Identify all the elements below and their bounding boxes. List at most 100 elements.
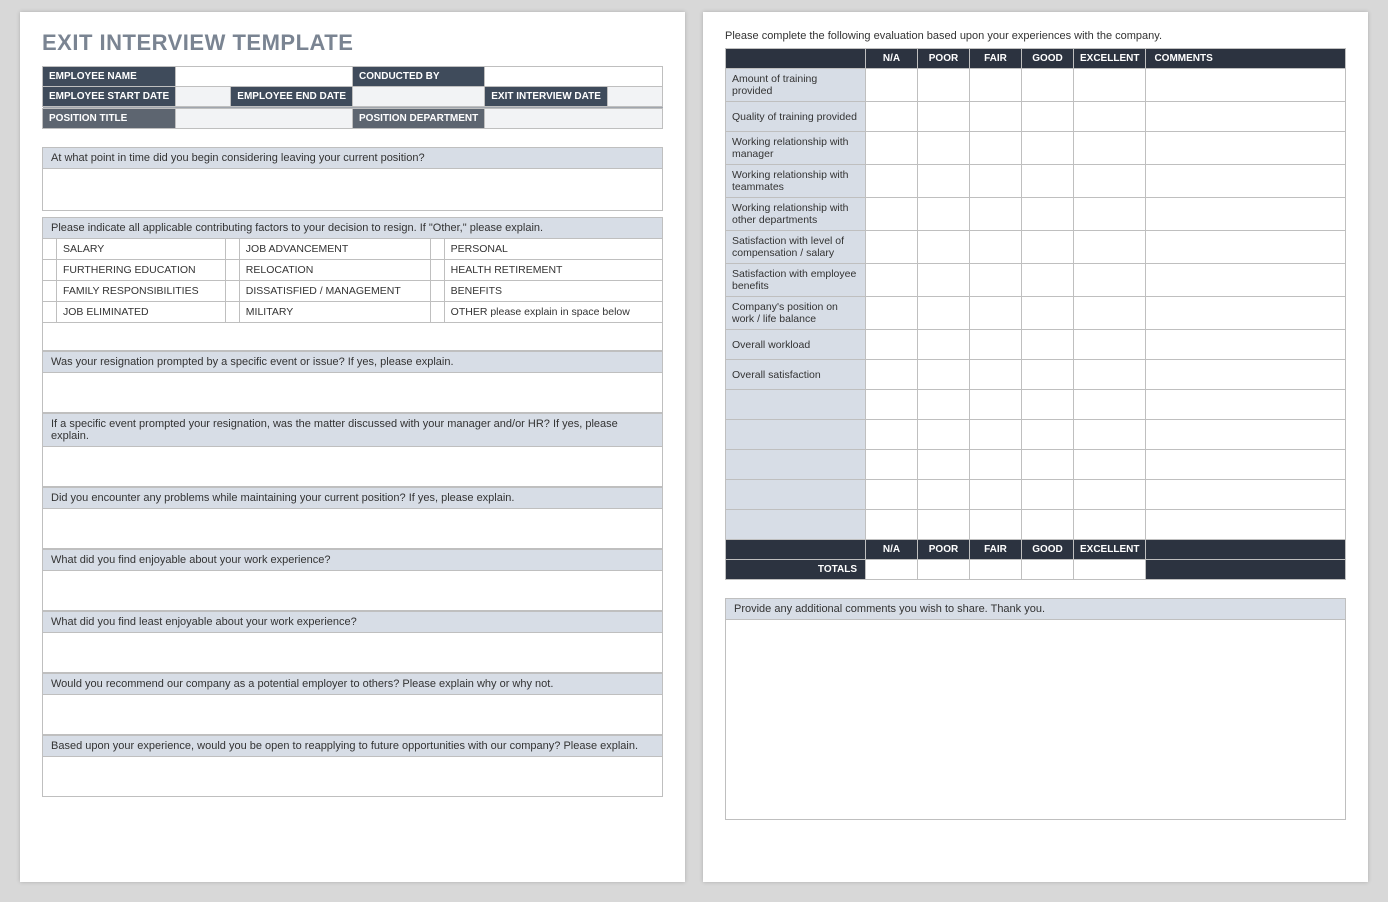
- eval-cell[interactable]: [1022, 264, 1074, 297]
- eval-cell[interactable]: [1074, 360, 1146, 390]
- eval-comment[interactable]: [1146, 102, 1346, 132]
- eval-cell[interactable]: [1074, 420, 1146, 450]
- eval-cell[interactable]: [1074, 510, 1146, 540]
- question-3-answer[interactable]: [43, 373, 663, 413]
- eval-comment[interactable]: [1146, 330, 1346, 360]
- eval-cell[interactable]: [866, 231, 918, 264]
- eval-cell[interactable]: [970, 132, 1022, 165]
- eval-cell[interactable]: [866, 198, 918, 231]
- eval-cell[interactable]: [866, 264, 918, 297]
- eval-cell[interactable]: [1022, 69, 1074, 102]
- eval-cell[interactable]: [1022, 330, 1074, 360]
- eval-cell[interactable]: [970, 480, 1022, 510]
- eval-cell[interactable]: [970, 390, 1022, 420]
- eval-cell[interactable]: [1074, 132, 1146, 165]
- eval-comment[interactable]: [1146, 231, 1346, 264]
- eval-cell[interactable]: [866, 510, 918, 540]
- eval-cell[interactable]: [970, 165, 1022, 198]
- eval-cell[interactable]: [918, 297, 970, 330]
- question-9-answer[interactable]: [43, 757, 663, 797]
- factor-checkbox[interactable]: [43, 260, 57, 281]
- eval-cell[interactable]: [866, 420, 918, 450]
- end-date-field[interactable]: [353, 87, 485, 107]
- question-4-answer[interactable]: [43, 447, 663, 487]
- question-5-answer[interactable]: [43, 509, 663, 549]
- eval-cell[interactable]: [918, 165, 970, 198]
- eval-cell[interactable]: [970, 450, 1022, 480]
- eval-comment[interactable]: [1146, 264, 1346, 297]
- eval-cell[interactable]: [970, 330, 1022, 360]
- eval-comment[interactable]: [1146, 198, 1346, 231]
- factor-checkbox[interactable]: [430, 239, 444, 260]
- additional-comments-field[interactable]: [726, 620, 1346, 820]
- totals-poor[interactable]: [918, 560, 970, 580]
- start-date-field[interactable]: [176, 87, 231, 107]
- eval-cell[interactable]: [918, 102, 970, 132]
- eval-cell[interactable]: [970, 420, 1022, 450]
- eval-cell[interactable]: [918, 420, 970, 450]
- eval-cell[interactable]: [866, 330, 918, 360]
- conducted-by-field[interactable]: [485, 67, 663, 87]
- eval-cell[interactable]: [1074, 102, 1146, 132]
- eval-cell[interactable]: [1022, 297, 1074, 330]
- question-2-other-explain[interactable]: [43, 323, 663, 351]
- position-dept-field[interactable]: [485, 109, 663, 129]
- eval-cell[interactable]: [918, 198, 970, 231]
- eval-cell[interactable]: [1074, 165, 1146, 198]
- eval-cell[interactable]: [1022, 165, 1074, 198]
- eval-cell[interactable]: [918, 231, 970, 264]
- eval-cell[interactable]: [1074, 231, 1146, 264]
- eval-comment[interactable]: [1146, 297, 1346, 330]
- eval-comment[interactable]: [1146, 510, 1346, 540]
- question-6-answer[interactable]: [43, 571, 663, 611]
- factor-checkbox[interactable]: [225, 260, 239, 281]
- question-7-answer[interactable]: [43, 633, 663, 673]
- eval-cell[interactable]: [970, 297, 1022, 330]
- factor-checkbox[interactable]: [225, 302, 239, 323]
- eval-cell[interactable]: [866, 390, 918, 420]
- factor-checkbox[interactable]: [430, 260, 444, 281]
- eval-cell[interactable]: [866, 297, 918, 330]
- eval-cell[interactable]: [1022, 231, 1074, 264]
- eval-cell[interactable]: [918, 450, 970, 480]
- eval-cell[interactable]: [866, 132, 918, 165]
- eval-comment[interactable]: [1146, 390, 1346, 420]
- totals-excellent[interactable]: [1074, 560, 1146, 580]
- eval-cell[interactable]: [866, 102, 918, 132]
- eval-cell[interactable]: [1022, 198, 1074, 231]
- eval-cell[interactable]: [970, 198, 1022, 231]
- totals-good[interactable]: [1022, 560, 1074, 580]
- eval-cell[interactable]: [866, 360, 918, 390]
- eval-cell[interactable]: [866, 69, 918, 102]
- position-title-field[interactable]: [176, 109, 353, 129]
- factor-checkbox[interactable]: [43, 281, 57, 302]
- eval-cell[interactable]: [1074, 69, 1146, 102]
- eval-cell[interactable]: [970, 510, 1022, 540]
- eval-cell[interactable]: [866, 165, 918, 198]
- eval-cell[interactable]: [918, 330, 970, 360]
- question-8-answer[interactable]: [43, 695, 663, 735]
- factor-checkbox[interactable]: [225, 239, 239, 260]
- eval-cell[interactable]: [918, 132, 970, 165]
- eval-cell[interactable]: [918, 69, 970, 102]
- eval-cell[interactable]: [918, 390, 970, 420]
- eval-comment[interactable]: [1146, 165, 1346, 198]
- eval-cell[interactable]: [1022, 102, 1074, 132]
- eval-cell[interactable]: [1074, 450, 1146, 480]
- eval-comment[interactable]: [1146, 360, 1346, 390]
- factor-checkbox[interactable]: [430, 302, 444, 323]
- eval-cell[interactable]: [918, 360, 970, 390]
- totals-na[interactable]: [866, 560, 918, 580]
- eval-comment[interactable]: [1146, 450, 1346, 480]
- eval-cell[interactable]: [1022, 360, 1074, 390]
- totals-fair[interactable]: [970, 560, 1022, 580]
- factor-checkbox[interactable]: [43, 239, 57, 260]
- eval-cell[interactable]: [1074, 330, 1146, 360]
- eval-comment[interactable]: [1146, 132, 1346, 165]
- factor-checkbox[interactable]: [43, 302, 57, 323]
- eval-cell[interactable]: [970, 231, 1022, 264]
- eval-cell[interactable]: [970, 360, 1022, 390]
- eval-cell[interactable]: [970, 69, 1022, 102]
- employee-name-field[interactable]: [176, 67, 353, 87]
- eval-cell[interactable]: [918, 480, 970, 510]
